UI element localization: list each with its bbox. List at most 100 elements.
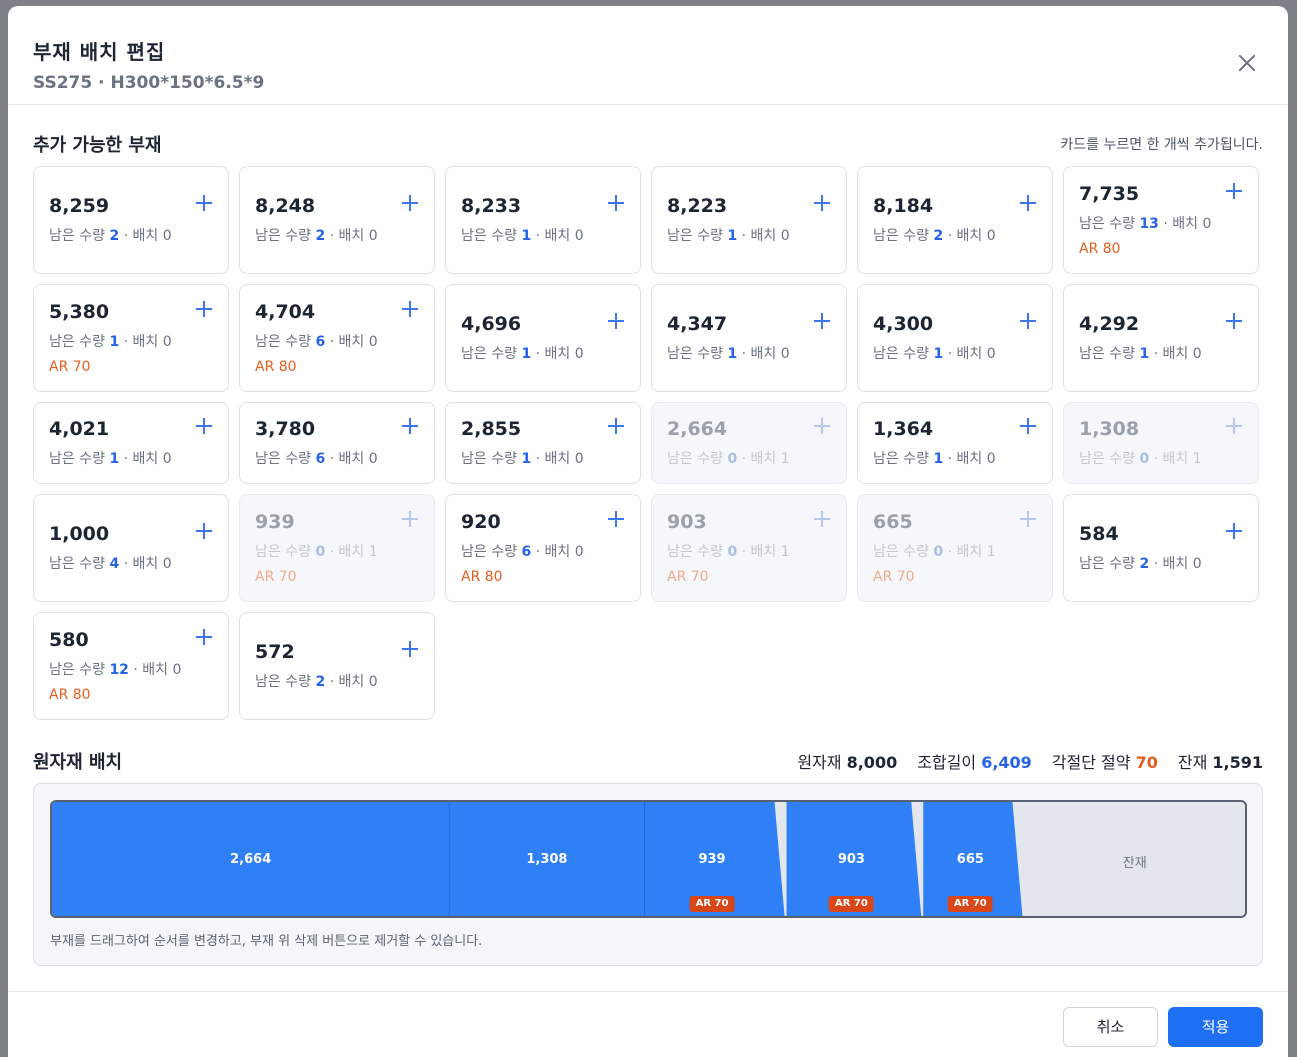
part-card[interactable]: 1,364 남은 수량 1 · 배치 0 (857, 402, 1053, 484)
part-card[interactable]: 8,248 남은 수량 2 · 배치 0 (239, 166, 435, 274)
placed-count: 0 (162, 334, 172, 350)
placed-label: 배치 (750, 544, 777, 560)
part-meta: 남은 수량 0 · 배치 1 (255, 544, 378, 560)
part-card[interactable]: 580 남은 수량 12 · 배치 0 AR 80 (33, 612, 229, 720)
placed-label: 배치 (956, 228, 983, 244)
add-icon[interactable] (402, 195, 418, 211)
remaining-label: 남은 수량 (255, 334, 311, 350)
add-icon[interactable] (1020, 418, 1036, 434)
placed-count: 1 (780, 544, 790, 560)
placed-label: 배치 (750, 346, 777, 362)
part-card[interactable]: 572 남은 수량 2 · 배치 0 (239, 612, 435, 720)
add-icon[interactable] (608, 511, 624, 527)
remaining-count: 13 (1139, 216, 1159, 232)
part-card[interactable]: 584 남은 수량 2 · 배치 0 (1063, 494, 1259, 602)
part-card: 939 남은 수량 0 · 배치 1 AR 70 (239, 494, 435, 602)
add-icon[interactable] (402, 641, 418, 657)
part-card[interactable]: 5,380 남은 수량 1 · 배치 0 AR 70 (33, 284, 229, 392)
add-icon[interactable] (196, 301, 212, 317)
part-card[interactable]: 3,780 남은 수량 6 · 배치 0 (239, 402, 435, 484)
part-card[interactable]: 8,259 남은 수량 2 · 배치 0 (33, 166, 229, 274)
part-card[interactable]: 4,021 남은 수량 1 · 배치 0 (33, 402, 229, 484)
part-card[interactable]: 4,696 남은 수량 1 · 배치 0 (445, 284, 641, 392)
stat-raw: 원자재 8,000 (797, 749, 897, 773)
part-length: 4,300 (873, 313, 934, 335)
part-card[interactable]: 8,233 남은 수량 1 · 배치 0 (445, 166, 641, 274)
add-icon[interactable] (1226, 313, 1242, 329)
placed-count: 0 (1202, 216, 1212, 232)
add-icon[interactable] (1020, 313, 1036, 329)
apply-button[interactable]: 적용 (1168, 1007, 1263, 1047)
part-card[interactable]: 4,347 남은 수량 1 · 배치 0 (651, 284, 847, 392)
placed-label: 배치 (132, 228, 159, 244)
placed-label: 배치 (1162, 451, 1189, 467)
part-card[interactable]: 1,000 남은 수량 4 · 배치 0 (33, 494, 229, 602)
cancel-button[interactable]: 취소 (1063, 1007, 1158, 1047)
add-icon[interactable] (1226, 523, 1242, 539)
part-card[interactable]: 8,223 남은 수량 1 · 배치 0 (651, 166, 847, 274)
segment-label: 1,308 (526, 852, 568, 867)
add-icon[interactable] (814, 195, 830, 211)
part-card[interactable]: 4,704 남은 수량 6 · 배치 0 AR 80 (239, 284, 435, 392)
stat-combined-value: 6,409 (981, 753, 1032, 772)
remaining-count: 1 (521, 451, 532, 467)
placed-label: 배치 (132, 556, 159, 572)
placed-count: 0 (574, 451, 584, 467)
add-icon[interactable] (608, 418, 624, 434)
part-card[interactable]: 4,300 남은 수량 1 · 배치 0 (857, 284, 1053, 392)
add-icon[interactable] (1020, 195, 1036, 211)
remaining-label: 남은 수량 (461, 451, 517, 467)
remaining-count: 0 (727, 544, 738, 560)
available-section-title: 추가 가능한 부재 (33, 135, 162, 156)
part-length: 2,664 (667, 418, 728, 440)
add-icon[interactable] (196, 195, 212, 211)
add-icon[interactable] (814, 313, 830, 329)
placed-count: 1 (368, 544, 378, 560)
add-icon[interactable] (402, 418, 418, 434)
remaining-label: 남은 수량 (667, 228, 723, 244)
remaining-count: 0 (1139, 451, 1150, 467)
remaining-label: 남은 수량 (1079, 346, 1135, 362)
part-card[interactable]: 8,184 남은 수량 2 · 배치 0 (857, 166, 1053, 274)
remainder-label: 잔재 (1122, 856, 1147, 871)
placement-edit-modal: 부재 배치 편집 SS275 · H300*150*6.5*9 추가 가능한 부… (8, 6, 1288, 1057)
remaining-label: 남은 수량 (49, 451, 105, 467)
part-card[interactable]: 4,292 남은 수량 1 · 배치 0 (1063, 284, 1259, 392)
placed-label: 배치 (750, 228, 777, 244)
part-card[interactable]: 920 남은 수량 6 · 배치 0 AR 80 (445, 494, 641, 602)
add-icon[interactable] (196, 523, 212, 539)
add-icon[interactable] (1226, 183, 1242, 199)
part-length: 8,248 (255, 195, 316, 217)
segment-ar-badge: AR 70 (689, 896, 735, 912)
placed-label: 배치 (1162, 556, 1189, 572)
part-meta: 남은 수량 6 · 배치 0 (255, 451, 378, 467)
add-icon[interactable] (608, 195, 624, 211)
remaining-count: 0 (933, 544, 944, 560)
placed-count: 0 (574, 228, 584, 244)
layout-hint: 부재를 드래그하여 순서를 변경하고, 부재 위 삭제 버튼으로 제거할 수 있… (50, 934, 483, 949)
placed-count: 0 (368, 228, 378, 244)
remaining-count: 1 (109, 451, 120, 467)
close-icon[interactable] (1238, 54, 1256, 72)
part-length: 584 (1079, 523, 1119, 545)
part-meta: 남은 수량 1 · 배치 0 (1079, 346, 1202, 362)
remaining-label: 남은 수량 (873, 228, 929, 244)
segment-ar-badge: AR 70 (947, 896, 993, 912)
layout-section-header: 원자재 배치 원자재 8,000 조합길이 6,409 각절단 절약 70 잔재… (33, 748, 1263, 774)
stat-rest-value: 1,591 (1212, 753, 1263, 772)
remaining-count: 2 (1139, 556, 1150, 572)
remaining-count: 0 (727, 451, 738, 467)
add-icon[interactable] (196, 418, 212, 434)
part-ar-tag: AR 80 (255, 359, 297, 375)
part-card[interactable]: 2,855 남은 수량 1 · 배치 0 (445, 402, 641, 484)
add-icon[interactable] (196, 629, 212, 645)
stat-rest: 잔재 1,591 (1178, 749, 1263, 773)
add-icon[interactable] (402, 301, 418, 317)
part-length: 939 (255, 511, 295, 533)
part-length: 1,000 (49, 523, 110, 545)
add-icon[interactable] (608, 313, 624, 329)
remaining-count: 6 (521, 544, 532, 560)
part-card[interactable]: 7,735 남은 수량 13 · 배치 0 AR 80 (1063, 166, 1259, 274)
remaining-label: 남은 수량 (1079, 451, 1135, 467)
placed-label: 배치 (1162, 346, 1189, 362)
